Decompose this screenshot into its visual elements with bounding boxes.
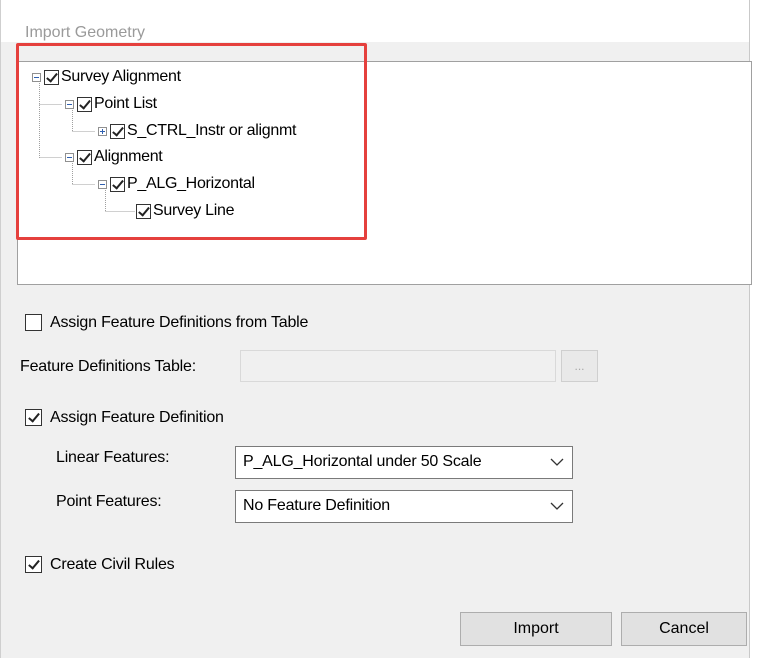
title-bar: Import Geometry: [0, 4, 760, 42]
browse-button[interactable]: ...: [561, 350, 598, 382]
chevron-down-icon: [550, 458, 564, 466]
linear-features-label: Linear Features:: [56, 449, 170, 466]
feature-definitions-table-field[interactable]: [240, 350, 556, 382]
assign-from-table-label: Assign Feature Definitions from Table: [50, 314, 309, 331]
import-button[interactable]: Import: [460, 612, 612, 646]
chevron-down-icon: [550, 502, 564, 510]
assign-from-table-checkbox[interactable]: [25, 314, 42, 331]
assign-feature-definition-checkbox[interactable]: [25, 409, 42, 426]
linear-features-value: P_ALG_Horizontal under 50 Scale: [243, 453, 482, 470]
cancel-button[interactable]: Cancel: [621, 612, 747, 646]
assign-feature-definition-label: Assign Feature Definition: [50, 409, 224, 426]
create-civil-rules-checkbox[interactable]: [25, 556, 42, 573]
left-border: [0, 0, 1, 658]
feature-definitions-table-label: Feature Definitions Table:: [20, 358, 196, 375]
linear-features-dropdown[interactable]: P_ALG_Horizontal under 50 Scale: [235, 446, 573, 479]
highlight-annotation-box: [16, 43, 367, 240]
create-civil-rules-label: Create Civil Rules: [50, 556, 175, 573]
dialog-title: Import Geometry: [25, 24, 146, 41]
point-features-label: Point Features:: [56, 493, 162, 510]
point-features-value: No Feature Definition: [243, 497, 390, 514]
point-features-dropdown[interactable]: No Feature Definition: [235, 490, 573, 523]
